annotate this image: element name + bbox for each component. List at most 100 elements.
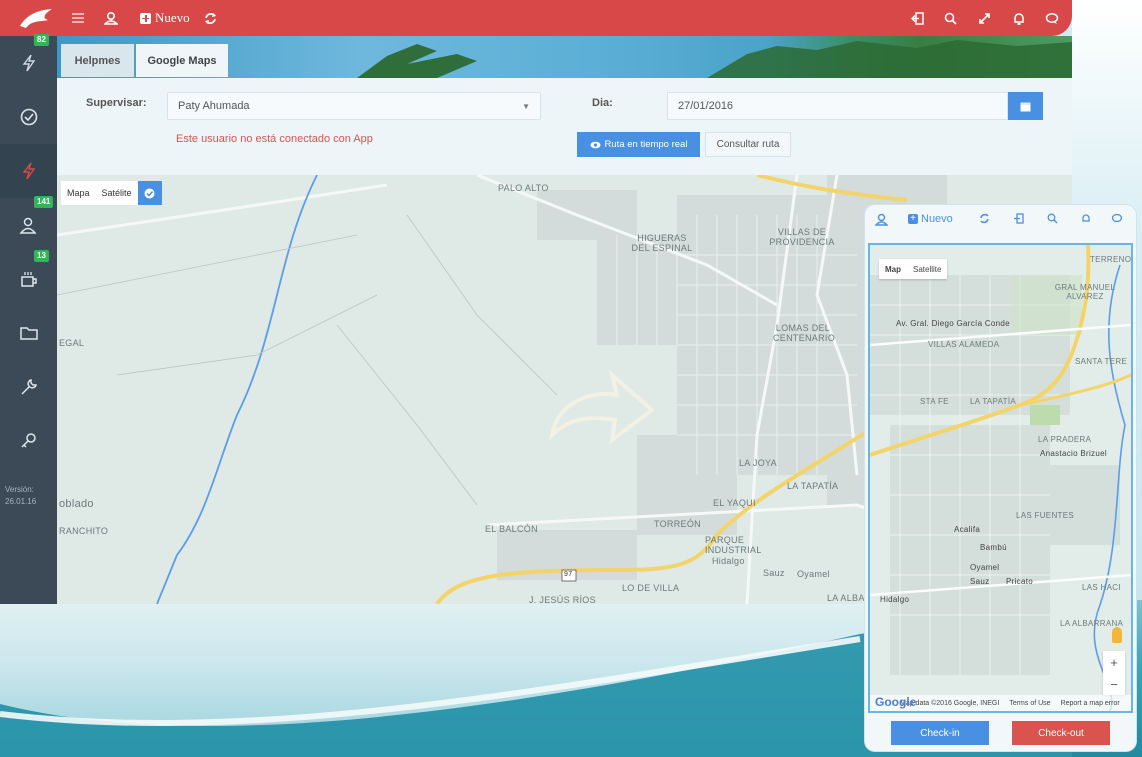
bolt-icon: [22, 54, 35, 72]
sidebar-item-breaks[interactable]: 13: [0, 250, 57, 306]
map-label: HIGUERAS DEL ESPINAL: [631, 233, 693, 253]
menu-icon[interactable]: [72, 0, 84, 36]
map-label: LO DE VILLA: [622, 583, 680, 593]
logo-icon: [20, 9, 52, 28]
search-icon[interactable]: [1047, 213, 1058, 224]
map-label: LA PRADERA: [1038, 435, 1092, 444]
map-label: LOMAS DEL CENTENARIO: [773, 323, 836, 343]
map-label: TORREÓN: [654, 519, 701, 529]
sidebar-item-users[interactable]: 141: [0, 196, 57, 252]
map-label: Sauz: [763, 568, 785, 578]
new-button-label: Nuevo: [921, 213, 953, 225]
notification-badge: 82: [34, 34, 49, 46]
logout-icon[interactable]: [911, 0, 924, 36]
map-label: Anastacio Brizuel: [1040, 449, 1107, 458]
key-icon: [20, 433, 36, 448]
map-label: EL YAQUI: [713, 498, 756, 508]
user-icon[interactable]: [875, 213, 888, 226]
map-label: VILLAS ALAMEDA: [928, 340, 1000, 349]
mobile-map-background: [870, 245, 1131, 711]
map-type-map[interactable]: Mapa: [61, 188, 96, 198]
map-label: PARQUE INDUSTRIAL: [705, 535, 762, 555]
mobile-map-type-toggle: Map Satellite: [879, 259, 948, 279]
report-link[interactable]: Report a map error: [1061, 700, 1120, 707]
search-icon[interactable]: [944, 0, 957, 36]
map-label: LAS FUENTES: [1016, 511, 1074, 520]
sidebar-item-access[interactable]: [0, 414, 57, 468]
map-label: EL BALCÓN: [485, 524, 538, 534]
sidebar-item-activity[interactable]: 82: [0, 34, 57, 90]
map-label: J. JESÚS RÍOS: [529, 595, 596, 604]
check-icon[interactable]: [137, 181, 162, 205]
eye-icon: [590, 141, 601, 148]
google-logo: Google: [875, 695, 917, 709]
zoom-out-button[interactable]: −: [1110, 677, 1118, 692]
sidebar: 82 141 13 Versión: 26.01.16: [0, 34, 57, 604]
map-label: Oyamel: [797, 569, 830, 579]
map-type-toggle: Mapa Satélite: [61, 181, 162, 205]
terms-link[interactable]: Terms of Use: [1009, 700, 1050, 707]
map-label: GRAL MANUEL ALVAREZ: [1054, 283, 1116, 301]
bell-icon[interactable]: [1013, 0, 1025, 36]
zoom-control: + −: [1103, 651, 1125, 695]
map-label: Av. Gral. Diego García Conde: [896, 319, 1010, 328]
coffee-icon: [20, 272, 37, 287]
plus-icon: +: [908, 214, 918, 224]
zoom-in-button[interactable]: +: [1110, 655, 1118, 670]
new-button[interactable]: Nuevo: [140, 0, 190, 36]
sidebar-item-tracking[interactable]: [0, 144, 57, 198]
dia-label: Dia:: [592, 97, 613, 109]
map-label: SANTA TERE: [1075, 357, 1128, 366]
highway-shield: 97: [564, 571, 573, 578]
map-type-satellite[interactable]: Satellite: [907, 259, 947, 279]
version-value: 26.01.16: [5, 497, 37, 506]
map-label: Oyamel: [970, 563, 1000, 572]
bolt-icon: [22, 162, 35, 180]
user-icon[interactable]: [104, 0, 118, 36]
map-label: oblado: [59, 498, 94, 510]
refresh-icon[interactable]: [979, 213, 990, 224]
realtime-route-button[interactable]: Ruta en tiempo real: [577, 132, 700, 157]
sidebar-item-settings[interactable]: [0, 360, 57, 414]
checkout-button[interactable]: Check-out: [1012, 721, 1110, 745]
tab-google-maps[interactable]: Google Maps: [136, 44, 228, 77]
map-label: LAS HACI: [1082, 583, 1121, 592]
fullscreen-icon[interactable]: [978, 0, 991, 36]
map-label: VILLAS DE PROVIDENCIA: [769, 227, 835, 247]
refresh-icon[interactable]: [204, 0, 217, 36]
map-label: PALO ALTO: [498, 183, 549, 193]
calendar-button[interactable]: [1008, 92, 1043, 120]
checkin-button[interactable]: Check-in: [891, 721, 989, 745]
tab-helpmes[interactable]: Helpmes: [61, 44, 134, 77]
folder-icon: [19, 327, 38, 340]
mobile-map-view[interactable]: Map Satellite VILLAS ALAMEDA STA FE LA T…: [868, 243, 1133, 713]
version-info: Versión: 26.01.16: [5, 484, 36, 508]
supervisar-label: Supervisar:: [86, 97, 147, 109]
chevron-down-icon: ▼: [522, 101, 530, 111]
map-label: RANCHITO: [59, 526, 109, 536]
sidebar-item-files[interactable]: [0, 306, 57, 360]
new-button[interactable]: + Nuevo: [908, 213, 953, 225]
date-input[interactable]: 27/01/2016: [667, 92, 1008, 120]
map-label: Pricato: [1006, 577, 1033, 586]
map-label: Hidalgo: [880, 595, 910, 604]
consult-route-button[interactable]: Consultar ruta: [705, 132, 791, 157]
sidebar-item-tasks[interactable]: [0, 90, 57, 144]
map-label: LA TAPATÍA: [787, 481, 839, 491]
map-label: TERRENO: [1090, 255, 1132, 264]
plus-icon: [140, 12, 151, 24]
supervisor-select[interactable]: Paty Ahumada ▼: [167, 92, 541, 120]
date-input-value: 27/01/2016: [678, 100, 734, 112]
chat-icon[interactable]: [1045, 0, 1059, 36]
map-type-map[interactable]: Map: [879, 259, 907, 279]
realtime-route-label: Ruta en tiempo real: [604, 139, 688, 150]
supervisor-select-value: Paty Ahumada: [178, 100, 250, 112]
logout-icon[interactable]: [1013, 213, 1024, 224]
mobile-app-preview: + Nuevo Map Satellite VILLAS ALAMEDA STA…: [865, 205, 1136, 751]
bell-icon[interactable]: [1081, 213, 1091, 224]
notification-badge: 141: [34, 196, 54, 208]
street-view-pegman-icon[interactable]: [1112, 627, 1122, 643]
map-label: LA TAPATÍA: [970, 397, 1016, 406]
chat-icon[interactable]: [1111, 213, 1123, 224]
map-type-satellite[interactable]: Satélite: [96, 188, 138, 198]
